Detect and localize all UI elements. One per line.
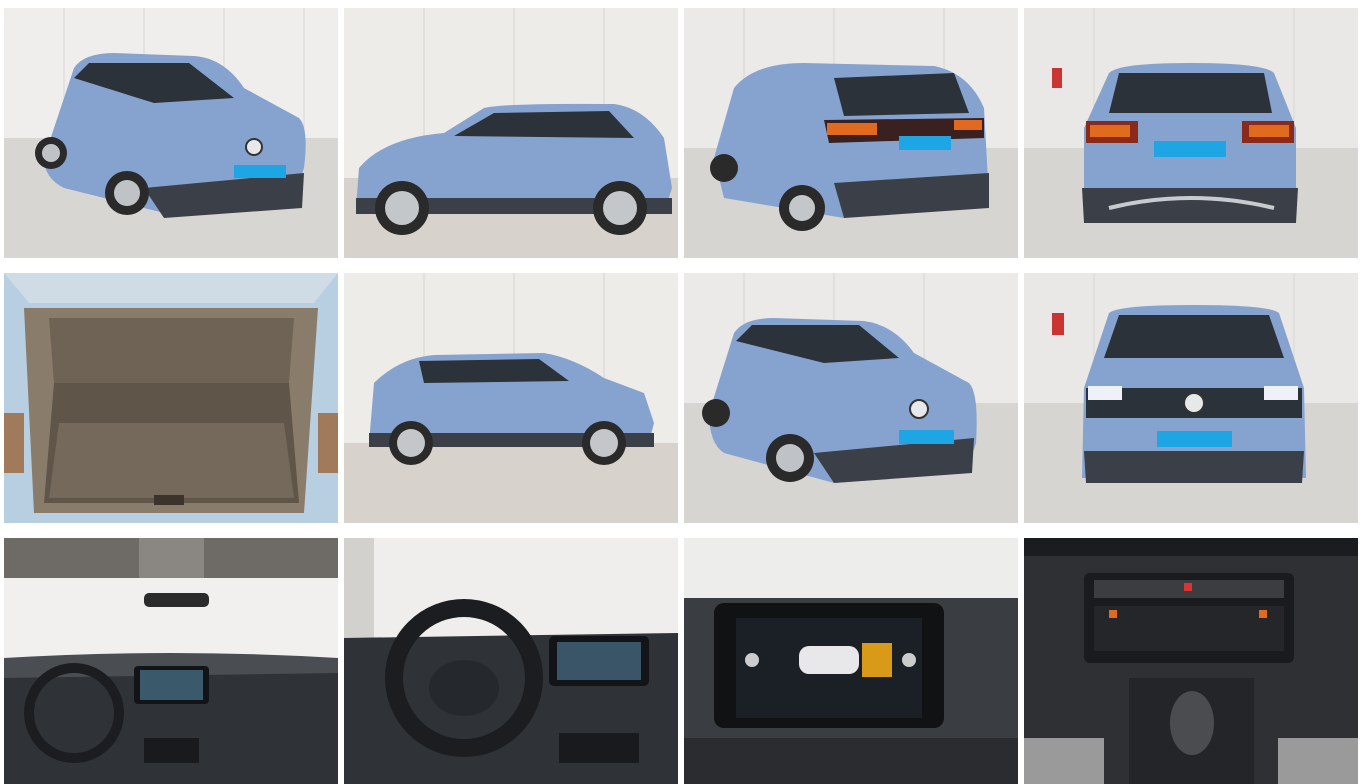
photo-gallery-grid [4, 8, 1358, 784]
photo-interior-dashboard-wide-image [4, 538, 338, 784]
photo-interior-dashboard-wide[interactable] [4, 538, 338, 784]
photo-rear-left-three-quarter[interactable] [684, 8, 1018, 258]
photo-side-profile-left-image [344, 8, 678, 258]
photo-infotainment-park-assist-image [684, 538, 1018, 784]
photo-rear[interactable] [1024, 8, 1358, 258]
photo-side-profile-right[interactable] [344, 273, 678, 523]
photo-side-profile-right-image [344, 273, 678, 523]
photo-front-left-three-quarter-2[interactable] [684, 273, 1018, 523]
photo-trunk-open[interactable] [4, 273, 338, 523]
photo-front[interactable] [1024, 273, 1358, 523]
photo-front-left-three-quarter[interactable] [4, 8, 338, 258]
photo-front-image [1024, 273, 1358, 523]
photo-center-console-gear-shifter-image [1024, 538, 1358, 784]
photo-center-console-gear-shifter[interactable] [1024, 538, 1358, 784]
photo-interior-steering-wheel[interactable] [344, 538, 678, 784]
photo-rear-left-three-quarter-image [684, 8, 1018, 258]
photo-front-left-three-quarter-image [4, 8, 338, 258]
photo-interior-steering-wheel-image [344, 538, 678, 784]
photo-infotainment-park-assist[interactable] [684, 538, 1018, 784]
photo-front-left-three-quarter-2-image [684, 273, 1018, 523]
photo-trunk-open-image [4, 273, 338, 523]
photo-rear-image [1024, 8, 1358, 258]
photo-side-profile-left[interactable] [344, 8, 678, 258]
